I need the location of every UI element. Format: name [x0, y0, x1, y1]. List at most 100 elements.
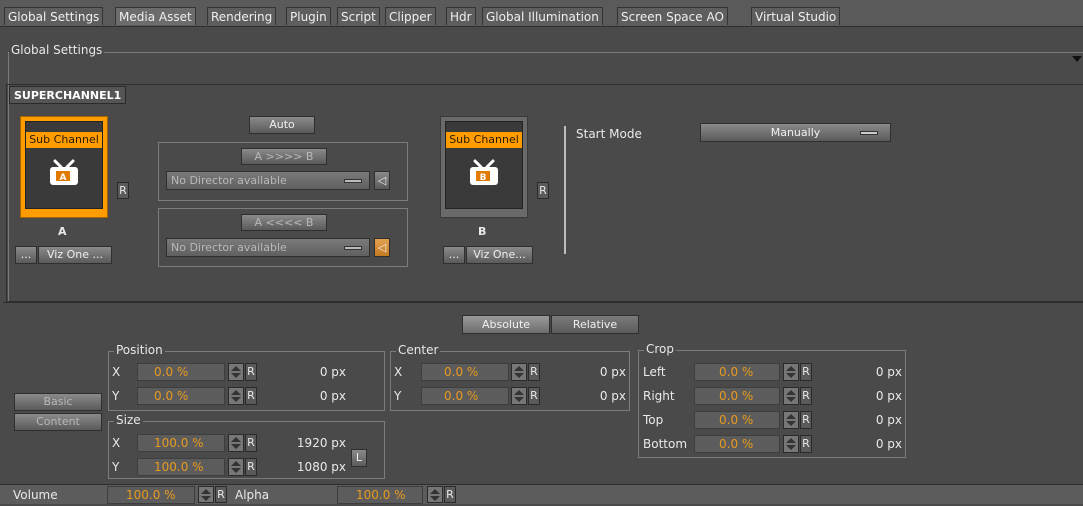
center-x-px: 0 px	[599, 365, 626, 379]
channel-a-letter: A	[58, 225, 67, 238]
section-title: Global Settings	[9, 43, 105, 57]
center-x-label: X	[394, 365, 403, 379]
center-x-field[interactable]: 0.0 %	[421, 363, 509, 381]
alpha-reset[interactable]: R	[444, 486, 456, 503]
volume-field[interactable]: 100.0 %	[107, 486, 195, 504]
channel-a-vizone-button[interactable]: Viz One ...	[38, 246, 112, 264]
center-y-px: 0 px	[599, 389, 626, 403]
position-x-field[interactable]: 0.0 %	[137, 363, 225, 381]
auto-button[interactable]: Auto	[249, 116, 315, 134]
dropdown-handle-icon	[860, 131, 878, 135]
volume-stepper[interactable]	[198, 486, 214, 503]
size-y-stepper[interactable]	[228, 458, 244, 476]
transition-ba-button[interactable]: A <<<< B	[241, 214, 327, 231]
center-y-reset[interactable]: R	[528, 387, 540, 405]
crop-left-stepper[interactable]	[783, 363, 799, 381]
center-y-label: Y	[394, 389, 402, 403]
size-title: Size	[114, 413, 143, 427]
tab-screen-space-ao[interactable]: Screen Space AO	[617, 7, 728, 25]
tab-global-settings[interactable]: Global Settings	[4, 7, 104, 25]
size-x-stepper[interactable]	[228, 434, 244, 452]
position-y-px: 0 px	[319, 389, 346, 403]
crop-top-px: 0 px	[875, 413, 902, 427]
channel-a-browse-button[interactable]: ...	[15, 246, 37, 264]
crop-top-field[interactable]: 0.0 %	[694, 411, 780, 429]
tab-rendering[interactable]: Rendering	[207, 7, 277, 25]
crop-left-field[interactable]: 0.0 %	[694, 363, 780, 381]
tab-virtual-studio[interactable]: Virtual Studio	[751, 7, 841, 25]
crop-right-label: Right	[643, 389, 675, 403]
crop-bottom-reset[interactable]: R	[800, 435, 812, 453]
crop-right-stepper[interactable]	[783, 387, 799, 405]
content-tab[interactable]: Content	[14, 413, 102, 431]
center-y-stepper[interactable]	[511, 387, 527, 405]
size-y-label: Y	[112, 460, 120, 474]
crop-bottom-field[interactable]: 0.0 %	[694, 435, 780, 453]
alpha-label: Alpha	[235, 488, 270, 502]
size-y-reset[interactable]: R	[245, 458, 257, 476]
crop-right-field[interactable]: 0.0 %	[694, 387, 780, 405]
channel-b-letter: B	[478, 225, 487, 238]
position-y-reset[interactable]: R	[245, 387, 257, 405]
crop-left-px: 0 px	[875, 365, 902, 379]
crop-right-px: 0 px	[875, 389, 902, 403]
center-x-reset[interactable]: R	[528, 363, 540, 381]
tv-icon: B	[467, 159, 501, 185]
sub-channel-b-label: Sub Channel	[446, 132, 522, 148]
dropdown-handle-icon	[344, 179, 362, 183]
alpha-stepper[interactable]	[427, 486, 443, 503]
position-y-stepper[interactable]	[228, 387, 244, 405]
tab-hdr[interactable]: Hdr	[446, 7, 476, 25]
crop-top-stepper[interactable]	[783, 411, 799, 429]
center-title: Center	[396, 343, 441, 357]
tab-plugin[interactable]: Plugin	[286, 7, 331, 25]
alpha-field[interactable]: 100.0 %	[337, 486, 423, 504]
crop-bottom-stepper[interactable]	[783, 435, 799, 453]
basic-tab[interactable]: Basic	[14, 393, 102, 411]
director-ab-arrow-icon[interactable]: ◁	[374, 171, 390, 190]
channel-b-browse-button[interactable]: ...	[443, 246, 465, 264]
director-ab-dropdown[interactable]: No Director available	[166, 171, 370, 190]
collapse-arrow-icon[interactable]	[1072, 56, 1082, 62]
size-x-reset[interactable]: R	[245, 434, 257, 452]
dropdown-handle-icon	[344, 246, 362, 250]
position-title: Position	[114, 343, 165, 357]
crop-right-reset[interactable]: R	[800, 387, 812, 405]
relative-button[interactable]: Relative	[551, 315, 639, 334]
crop-bottom-label: Bottom	[643, 437, 688, 451]
crop-left-reset[interactable]: R	[800, 363, 812, 381]
volume-reset[interactable]: R	[215, 486, 227, 503]
superchannel-tab[interactable]: SUPERCHANNEL1	[9, 86, 127, 104]
channel-b-reset-button[interactable]: R	[537, 182, 549, 199]
crop-top-reset[interactable]: R	[800, 411, 812, 429]
volume-label: Volume	[13, 488, 58, 502]
start-mode-label: Start Mode	[576, 127, 642, 141]
tv-icon: A	[47, 159, 81, 185]
absolute-button[interactable]: Absolute	[462, 315, 550, 334]
tab-clipper[interactable]: Clipper	[385, 7, 436, 25]
director-ba-arrow-icon[interactable]: ◁	[374, 238, 390, 257]
position-y-field[interactable]: 0.0 %	[137, 387, 225, 405]
center-y-field[interactable]: 0.0 %	[421, 387, 509, 405]
crop-bottom-px: 0 px	[875, 437, 902, 451]
transition-ab-button[interactable]: A >>>> B	[241, 148, 327, 165]
channel-b-vizone-button[interactable]: Viz One...	[466, 246, 533, 264]
position-x-px: 0 px	[319, 365, 346, 379]
crop-title: Crop	[644, 342, 677, 356]
tab-media-asset[interactable]: Media Asset	[115, 7, 196, 25]
start-mode-divider	[564, 126, 566, 254]
director-ba-dropdown[interactable]: No Director available	[166, 238, 370, 257]
crop-top-label: Top	[643, 413, 664, 427]
position-x-reset[interactable]: R	[245, 363, 257, 381]
size-x-field[interactable]: 100.0 %	[137, 434, 225, 452]
position-y-label: Y	[112, 389, 120, 403]
size-lock-button[interactable]: L	[351, 449, 367, 467]
channel-a-reset-button[interactable]: R	[117, 182, 129, 199]
center-x-stepper[interactable]	[511, 363, 527, 381]
position-x-stepper[interactable]	[228, 363, 244, 381]
tab-global-illumination[interactable]: Global Illumination	[482, 7, 603, 25]
tab-script[interactable]: Script	[337, 7, 380, 25]
sub-channel-a-label: Sub Channel	[26, 132, 102, 148]
position-x-label: X	[112, 365, 121, 379]
size-y-field[interactable]: 100.0 %	[137, 458, 225, 476]
